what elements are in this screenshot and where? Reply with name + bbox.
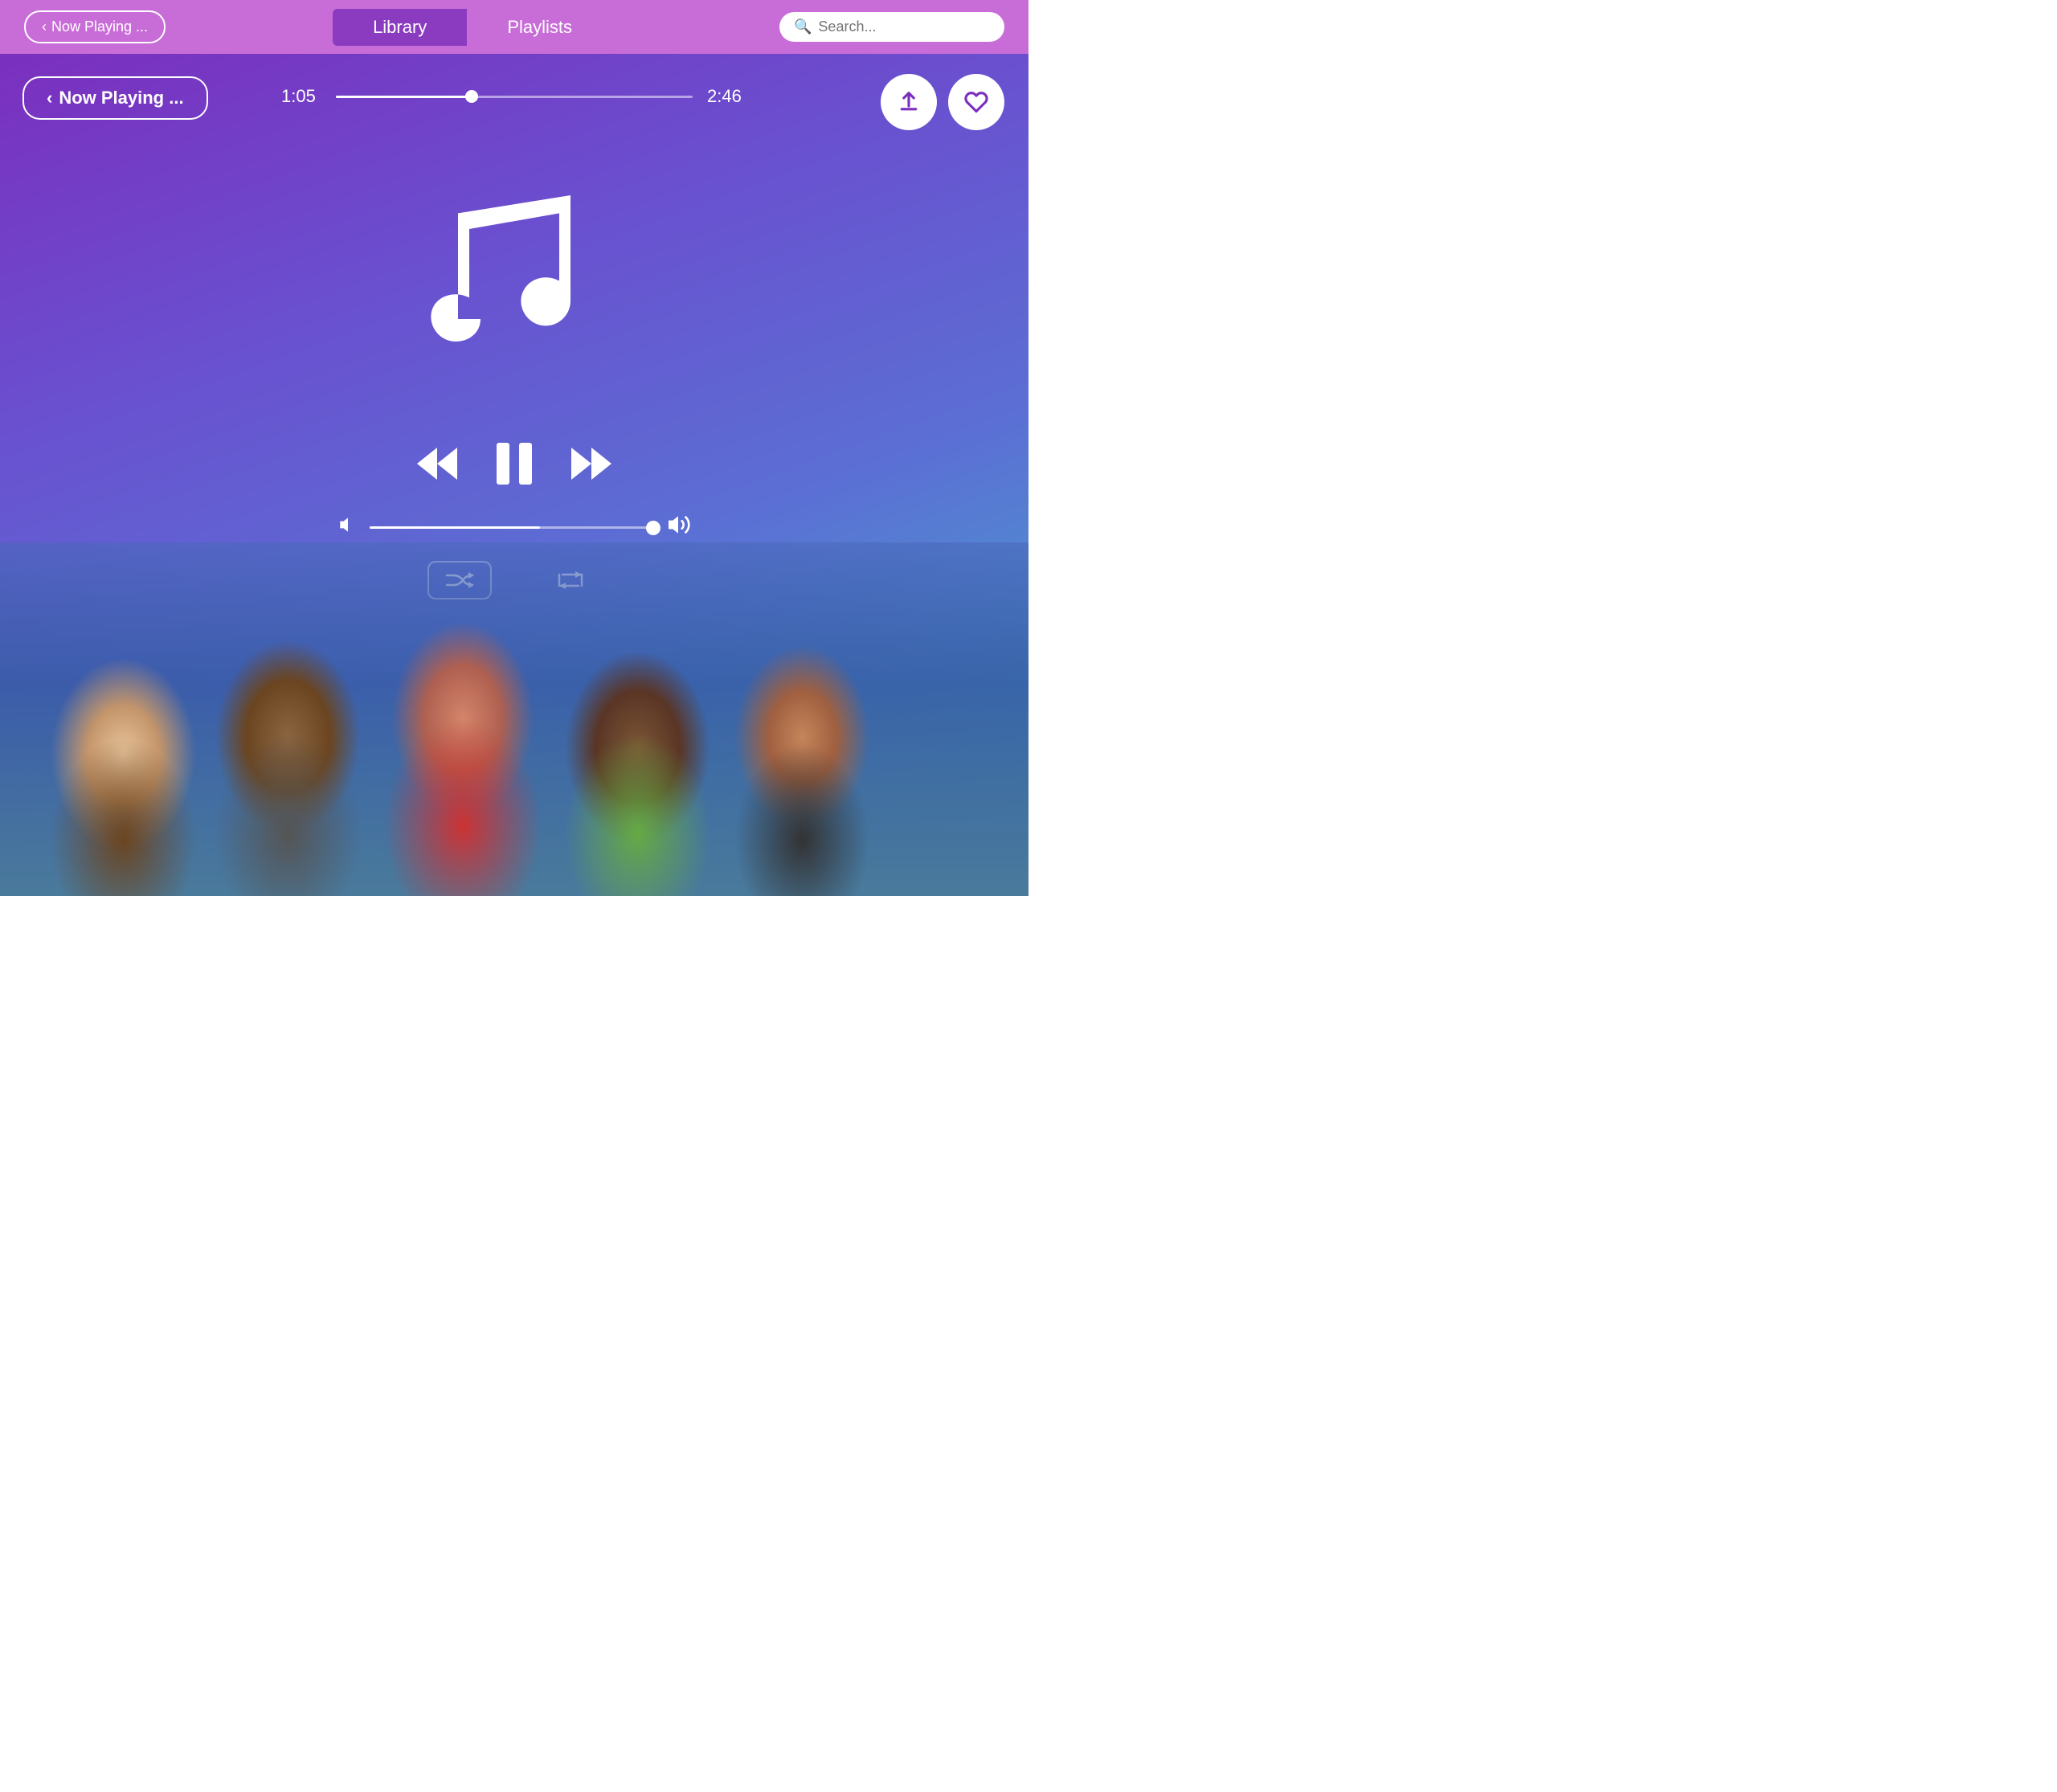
- fast-forward-button[interactable]: [567, 444, 615, 484]
- heart-icon: [964, 90, 988, 114]
- fast-forward-icon: [567, 444, 615, 484]
- player-area: ‹ Now Playing ... 1:05 2:46: [0, 54, 1028, 896]
- progress-track[interactable]: [336, 96, 693, 98]
- progress-thumb: [465, 90, 478, 103]
- progress-fill: [336, 96, 472, 98]
- volume-area: [337, 512, 691, 543]
- tab-library[interactable]: Library: [333, 9, 467, 46]
- clothing-layer: [0, 615, 1028, 896]
- share-icon: [897, 90, 921, 114]
- search-bar[interactable]: 🔍: [779, 12, 1004, 42]
- nav-left: ‹ Now Playing ...: [24, 10, 166, 43]
- nav-bar: ‹ Now Playing ... Library Playlists 🔍: [0, 0, 1028, 54]
- tab-playlists[interactable]: Playlists: [467, 9, 612, 46]
- search-input[interactable]: [818, 18, 990, 35]
- player-now-playing-button[interactable]: ‹ Now Playing ...: [22, 76, 208, 120]
- chevron-left-icon: ‹: [42, 18, 47, 35]
- total-time: 2:46: [707, 86, 747, 107]
- volume-track[interactable]: [370, 526, 654, 529]
- nav-now-playing-label: Now Playing ...: [51, 18, 148, 35]
- rewind-button[interactable]: [413, 444, 461, 484]
- nav-right: 🔍: [779, 12, 1004, 42]
- music-note-icon: [402, 150, 627, 411]
- people-photo: [0, 542, 1028, 896]
- nav-tabs: Library Playlists: [333, 9, 612, 46]
- volume-thumb: [646, 521, 660, 535]
- like-button[interactable]: [948, 74, 1004, 130]
- pause-icon: [493, 440, 535, 488]
- player-chevron-left-icon: ‹: [47, 88, 52, 108]
- player-now-playing-label: Now Playing ...: [59, 88, 183, 108]
- current-time: 1:05: [281, 86, 321, 107]
- volume-low-icon: [337, 514, 358, 541]
- action-buttons: [881, 74, 1004, 130]
- search-icon: 🔍: [794, 18, 812, 35]
- share-button[interactable]: [881, 74, 937, 130]
- volume-fill: [370, 526, 540, 529]
- nav-now-playing-button[interactable]: ‹ Now Playing ...: [24, 10, 166, 43]
- volume-high-icon: [665, 512, 691, 543]
- playback-controls: [413, 440, 615, 488]
- pause-button[interactable]: [493, 440, 535, 488]
- rewind-icon: [413, 444, 461, 484]
- progress-area: 1:05 2:46: [281, 86, 747, 107]
